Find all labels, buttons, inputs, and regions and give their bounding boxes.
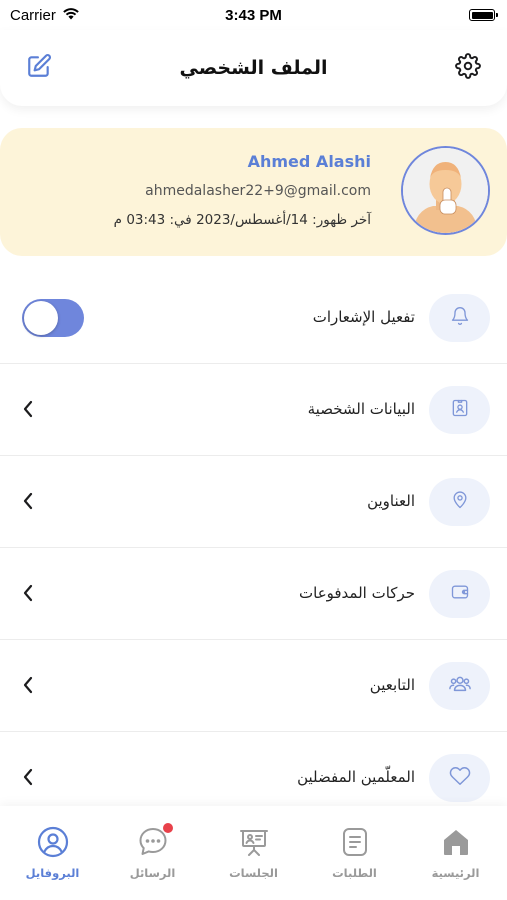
menu-icon-container [429, 662, 490, 710]
gear-icon [455, 53, 481, 83]
chevron-left-icon [18, 582, 38, 604]
avatar[interactable] [401, 146, 490, 235]
settings-menu: تفعيل الإشعارات البيانات الشخصية العناوي… [0, 272, 507, 824]
chat-icon [135, 823, 173, 860]
tab-messages[interactable]: الرسائل [102, 806, 203, 900]
menu-item-label: حركات المدفوعات [299, 584, 415, 602]
tab-label: البروفايل [25, 866, 80, 880]
toggle-knob [24, 301, 58, 335]
tab-label: الرئيسية [431, 866, 480, 880]
carrier-info: Carrier [10, 7, 80, 24]
last-seen-text: آخر ظهور: 14/أغسطس/2023 في: 03:43 م [113, 212, 371, 228]
tab-profile[interactable]: البروفايل [2, 806, 103, 900]
app-header: الملف الشخصي [0, 30, 507, 106]
menu-icon-container [429, 570, 490, 618]
tab-label: الجلسات [229, 866, 278, 880]
carrier-label: Carrier [10, 6, 56, 24]
page-title: الملف الشخصي [179, 57, 328, 79]
chevron-left-icon [18, 766, 38, 788]
profile-icon [35, 824, 71, 860]
menu-icon-container [429, 386, 490, 434]
id-card-icon [450, 398, 470, 422]
location-pin-icon [450, 490, 470, 514]
heart-icon [449, 765, 471, 791]
presentation-icon [236, 824, 272, 860]
edit-icon [26, 53, 52, 83]
bell-icon [450, 306, 470, 330]
menu-icon-container [429, 294, 490, 342]
tab-sessions[interactable]: الجلسات [203, 806, 304, 900]
document-icon [337, 824, 373, 860]
menu-item-label: البيانات الشخصية [307, 400, 415, 418]
menu-item-label: المعلّمين المفضلين [297, 768, 415, 786]
menu-item-payments[interactable]: حركات المدفوعات [0, 548, 507, 640]
menu-item-personal-data[interactable]: البيانات الشخصية [0, 364, 507, 456]
chevron-left-icon [18, 398, 38, 420]
status-time: 3:43 PM [225, 6, 282, 24]
status-bar: Carrier 3:43 PM [0, 0, 507, 30]
profile-card: Ahmed Alashi ahmedalasher22+9@gmail.com … [0, 128, 507, 256]
home-icon [438, 824, 474, 860]
settings-button[interactable] [452, 52, 484, 84]
notifications-toggle[interactable] [22, 299, 84, 337]
tab-home[interactable]: الرئيسية [405, 806, 506, 900]
menu-item-label: تفعيل الإشعارات [312, 308, 415, 326]
wifi-icon [62, 7, 80, 24]
menu-item-label: التابعين [369, 676, 415, 694]
menu-item-notifications[interactable]: تفعيل الإشعارات [0, 272, 507, 364]
tab-orders[interactable]: الطلبات [304, 806, 405, 900]
bottom-tab-bar: البروفايل الرسائل الجلسات الطلبات الرئيس… [0, 806, 507, 900]
menu-icon-container [429, 478, 490, 526]
wallet-icon [450, 582, 470, 606]
notification-badge [162, 823, 173, 833]
menu-item-dependents[interactable]: التابعين [0, 640, 507, 732]
menu-icon-container [429, 754, 490, 802]
menu-item-label: العناوين [367, 492, 415, 510]
avatar-placeholder-icon [403, 148, 488, 233]
edit-button[interactable] [23, 52, 55, 84]
tab-label: الطلبات [332, 866, 377, 880]
tab-label: الرسائل [129, 866, 176, 880]
chevron-left-icon [18, 490, 38, 512]
users-icon [448, 673, 472, 699]
profile-name: Ahmed Alashi [247, 152, 371, 171]
profile-email: ahmedalasher22+9@gmail.com [145, 183, 371, 199]
battery-icon [469, 9, 498, 21]
menu-item-addresses[interactable]: العناوين [0, 456, 507, 548]
chevron-left-icon [18, 674, 38, 696]
